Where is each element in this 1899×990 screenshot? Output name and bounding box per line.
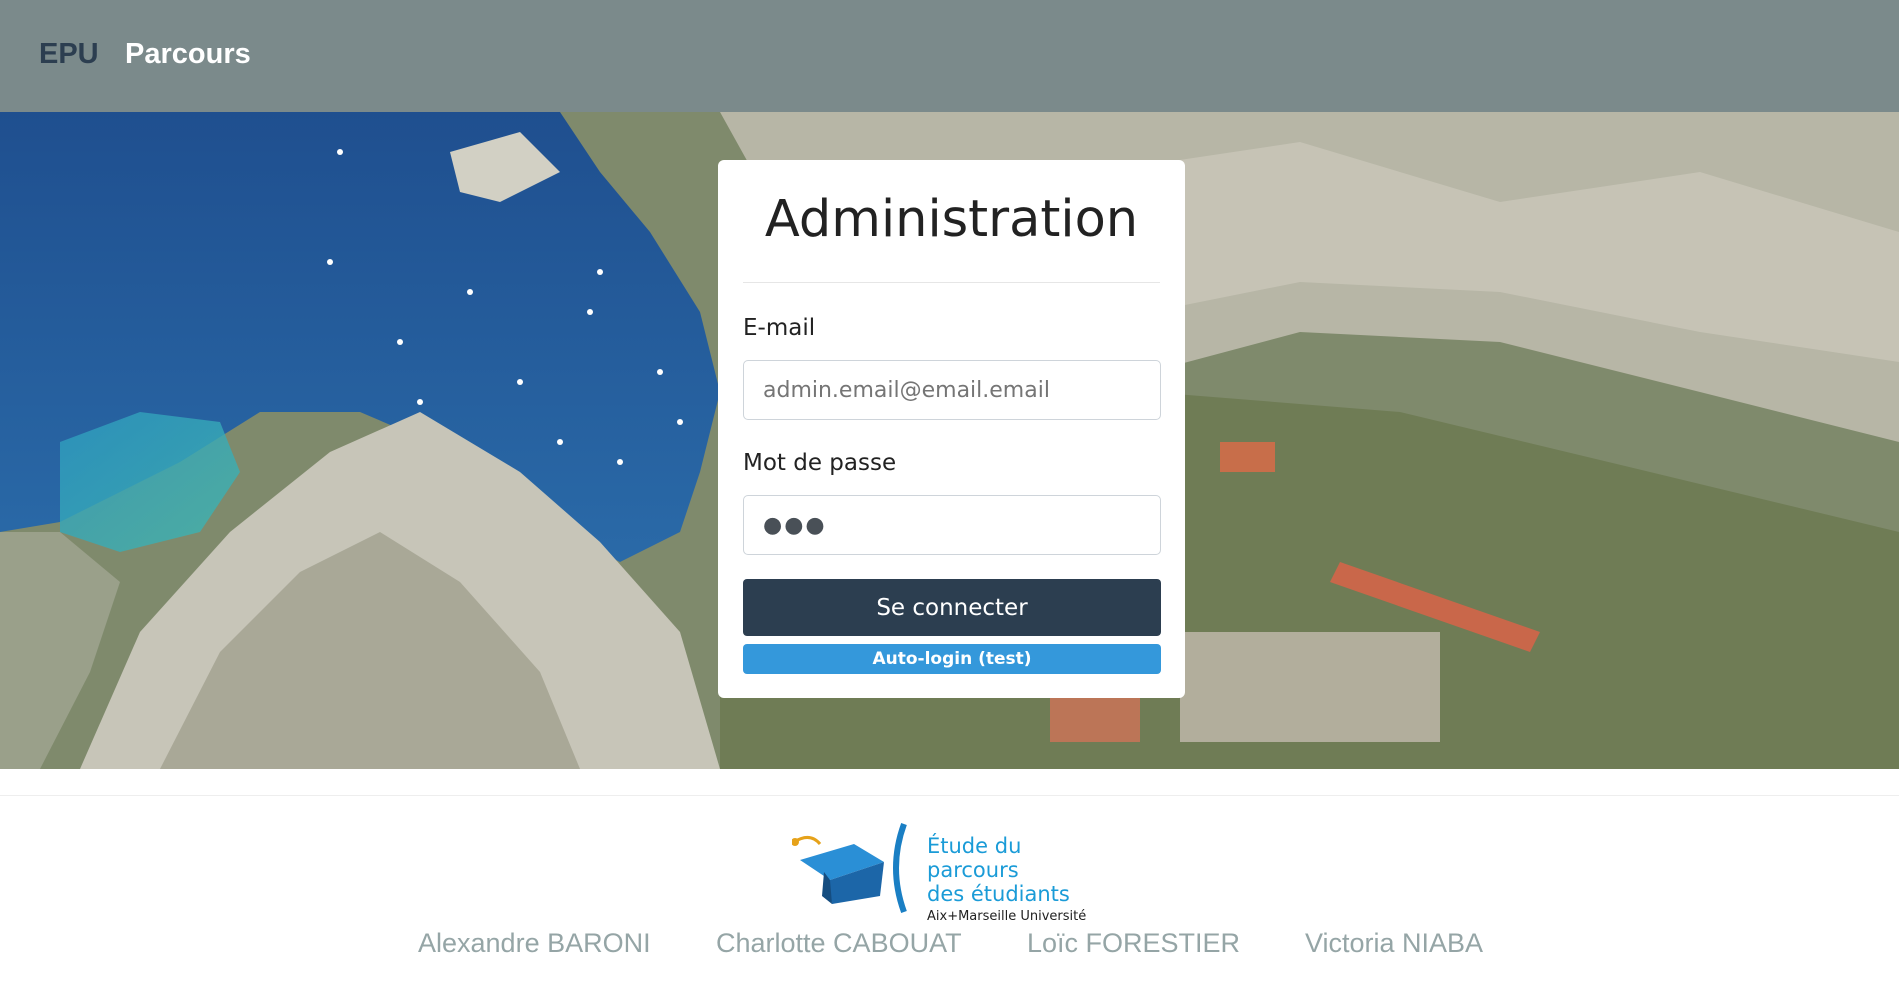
password-label: Mot de passe [743, 450, 897, 476]
authors-list: Alexandre BARONI Charlotte CABOUAT Loïc … [0, 928, 1899, 968]
author-name: Charlotte CABOUAT [716, 928, 962, 958]
logo-line-2: des étudiants [927, 882, 1070, 906]
epe-logo: Étude du parcours des étudiants Aix+Mars… [791, 822, 1112, 924]
top-navbar: EPU Parcours [0, 0, 1899, 112]
graduation-cap-icon [791, 822, 907, 914]
login-button[interactable]: Se connecter [743, 579, 1161, 636]
login-title: Administration [764, 190, 1139, 249]
email-label: E-mail [743, 315, 816, 341]
footer-divider [0, 795, 1899, 796]
title-divider [743, 282, 1160, 283]
autologin-button[interactable]: Auto-login (test) [743, 644, 1161, 674]
nav-link-parcours[interactable]: Parcours [125, 38, 251, 71]
logo-line-1: Étude du parcours [927, 834, 1022, 882]
password-field[interactable] [743, 495, 1161, 555]
author-name: Victoria NIABA [1305, 928, 1484, 958]
brand-link[interactable]: EPU [39, 38, 99, 71]
login-card: Administration E-mail Mot de passe Se co… [718, 160, 1185, 698]
author-name: Loïc FORESTIER [1027, 928, 1241, 958]
email-field[interactable] [743, 360, 1161, 420]
logo-university: Aix+Marseille Université [927, 909, 1087, 924]
author-name: Alexandre BARONI [418, 928, 651, 958]
